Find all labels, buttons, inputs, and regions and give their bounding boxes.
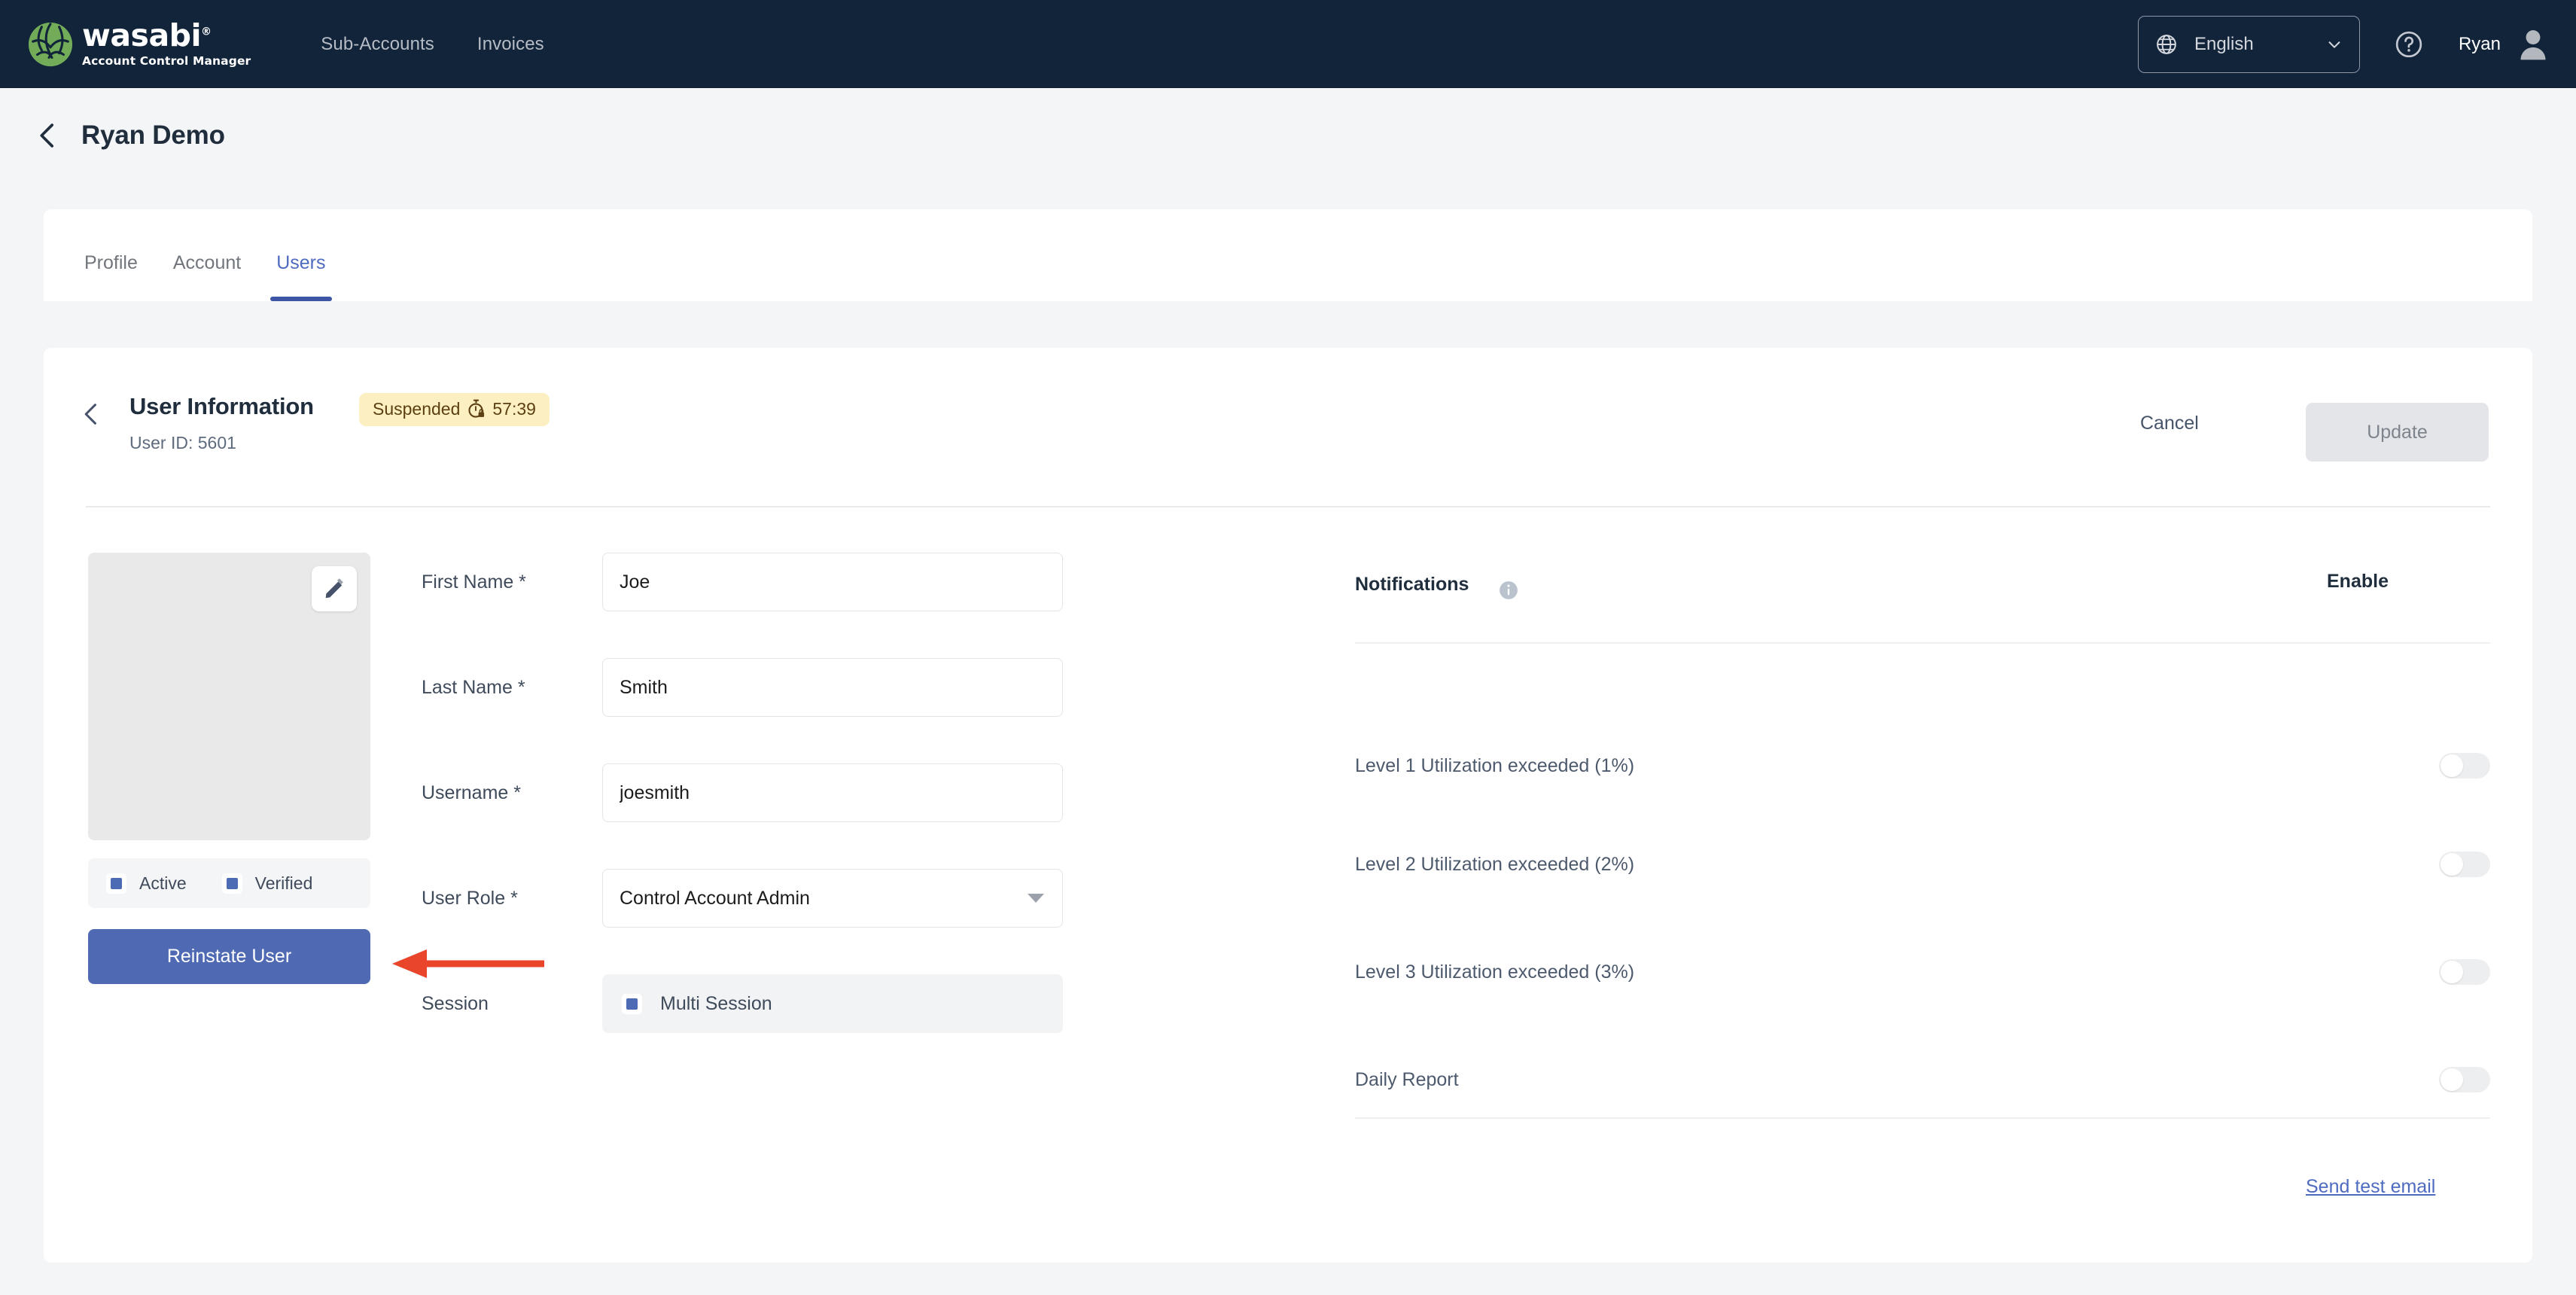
- user-id-text: User ID: 5601: [129, 433, 236, 452]
- page-title: Ryan Demo: [81, 120, 225, 150]
- notification-toggle-level-2[interactable]: [2439, 852, 2490, 877]
- user-role-label: User Role *: [422, 887, 518, 909]
- brand-wordmark: wasabi®: [82, 17, 212, 53]
- notification-label: Level 1 Utilization exceeded (1%): [1355, 754, 1635, 776]
- user-role-selected-value: Control Account Admin: [620, 887, 810, 909]
- enable-column-header: Enable: [2327, 571, 2389, 592]
- top-navigation-bar: wasabi® Account Control Manager Sub-Acco…: [0, 0, 2576, 88]
- notification-row-level-3: Level 3 Utilization exceeded (3%): [1355, 959, 2490, 985]
- header-divider: [86, 506, 2490, 507]
- form-row-user-role: User Role * Control Account Admin: [422, 869, 1063, 928]
- avatar-upload-box[interactable]: [88, 553, 370, 840]
- nav-right-group: English Ryan: [2137, 15, 2547, 73]
- suspended-label: Suspended: [373, 399, 461, 419]
- notification-toggle-level-3[interactable]: [2439, 959, 2490, 985]
- user-information-heading: User Information: [129, 393, 314, 419]
- tabs-card: Profile Account Users: [44, 209, 2532, 301]
- breadcrumb: Ryan Demo: [0, 120, 225, 151]
- checkbox-active-icon[interactable]: [106, 873, 126, 894]
- stopwatch-lock-icon: [468, 399, 485, 418]
- nav-link-sub-accounts[interactable]: Sub-Accounts: [321, 34, 434, 55]
- username-label: Username *: [422, 782, 521, 803]
- suspended-timer: 57:39: [492, 399, 536, 419]
- notification-label: Level 2 Utilization exceeded (2%): [1355, 853, 1635, 875]
- wasabi-logo[interactable]: wasabi® Account Control Manager: [27, 20, 251, 68]
- edit-avatar-button[interactable]: [312, 566, 357, 611]
- form-row-first-name: First Name *: [422, 553, 1063, 611]
- update-button[interactable]: Update: [2306, 403, 2489, 462]
- info-icon[interactable]: [1499, 580, 1518, 600]
- nav-link-invoices[interactable]: Invoices: [477, 34, 544, 55]
- notifications-heading: Notifications: [1355, 574, 1469, 595]
- session-option-box[interactable]: Multi Session: [602, 974, 1063, 1033]
- first-name-label: First Name *: [422, 571, 526, 593]
- last-name-input[interactable]: [602, 658, 1063, 717]
- tab-profile[interactable]: Profile: [84, 252, 138, 301]
- form-row-username: Username *: [422, 763, 1063, 822]
- session-label: Session: [422, 992, 489, 1014]
- first-name-input[interactable]: [602, 553, 1063, 611]
- select-caret-down-icon: [1028, 894, 1044, 903]
- chevron-down-icon: [2328, 41, 2340, 48]
- status-badge-suspended: Suspended 57:39: [359, 393, 550, 426]
- notification-row-level-2: Level 2 Utilization exceeded (2%): [1355, 852, 2490, 877]
- notification-row-level-1: Level 1 Utilization exceeded (1%): [1355, 753, 2490, 779]
- form-row-session: Session Multi Session: [422, 974, 1063, 1033]
- chevron-left-icon[interactable]: [38, 123, 57, 148]
- language-label: English: [2194, 33, 2254, 54]
- user-info-back-chevron-icon[interactable]: [83, 403, 99, 425]
- tab-users[interactable]: Users: [270, 252, 332, 301]
- user-status-bar: Active Verified: [88, 858, 370, 908]
- globe-icon: [2157, 34, 2176, 54]
- notification-label: Daily Report: [1355, 1068, 1459, 1090]
- checkbox-verified-icon[interactable]: [221, 873, 242, 894]
- cancel-button[interactable]: Cancel: [2140, 413, 2199, 434]
- last-name-label: Last Name *: [422, 676, 525, 698]
- language-selector[interactable]: English: [2137, 15, 2360, 73]
- account-user-name: Ryan: [2458, 33, 2501, 54]
- status-active[interactable]: Active: [106, 873, 187, 894]
- multi-session-label: Multi Session: [660, 992, 772, 1014]
- notifications-divider-top: [1355, 642, 2490, 644]
- pencil-icon: [325, 578, 343, 599]
- form-row-last-name: Last Name *: [422, 658, 1063, 717]
- user-information-card: [44, 348, 2532, 1263]
- send-test-email-link[interactable]: Send test email: [2306, 1176, 2435, 1198]
- user-role-select[interactable]: Control Account Admin: [602, 869, 1063, 928]
- tab-account[interactable]: Account: [173, 252, 241, 301]
- notification-label: Level 3 Utilization exceeded (3%): [1355, 961, 1635, 983]
- primary-nav-links: Sub-Accounts Invoices: [321, 34, 544, 55]
- user-avatar-icon[interactable]: [2519, 28, 2547, 61]
- status-verified[interactable]: Verified: [221, 873, 313, 894]
- tab-list: Profile Account Users: [44, 209, 2532, 301]
- status-verified-label: Verified: [254, 873, 313, 893]
- notifications-divider-bottom: [1355, 1117, 2490, 1119]
- notification-toggle-daily-report[interactable]: [2439, 1067, 2490, 1092]
- help-circle-icon[interactable]: [2395, 30, 2423, 59]
- status-active-label: Active: [139, 873, 187, 893]
- reinstate-user-button[interactable]: Reinstate User: [88, 929, 370, 984]
- notification-toggle-level-1[interactable]: [2439, 753, 2490, 779]
- notification-row-daily-report: Daily Report: [1355, 1067, 2490, 1092]
- wasabi-leaf-logo-icon: [28, 22, 73, 66]
- checkbox-multi-session-icon[interactable]: [622, 993, 642, 1014]
- username-input[interactable]: [602, 763, 1063, 822]
- brand-subtitle: Account Control Manager: [82, 54, 251, 68]
